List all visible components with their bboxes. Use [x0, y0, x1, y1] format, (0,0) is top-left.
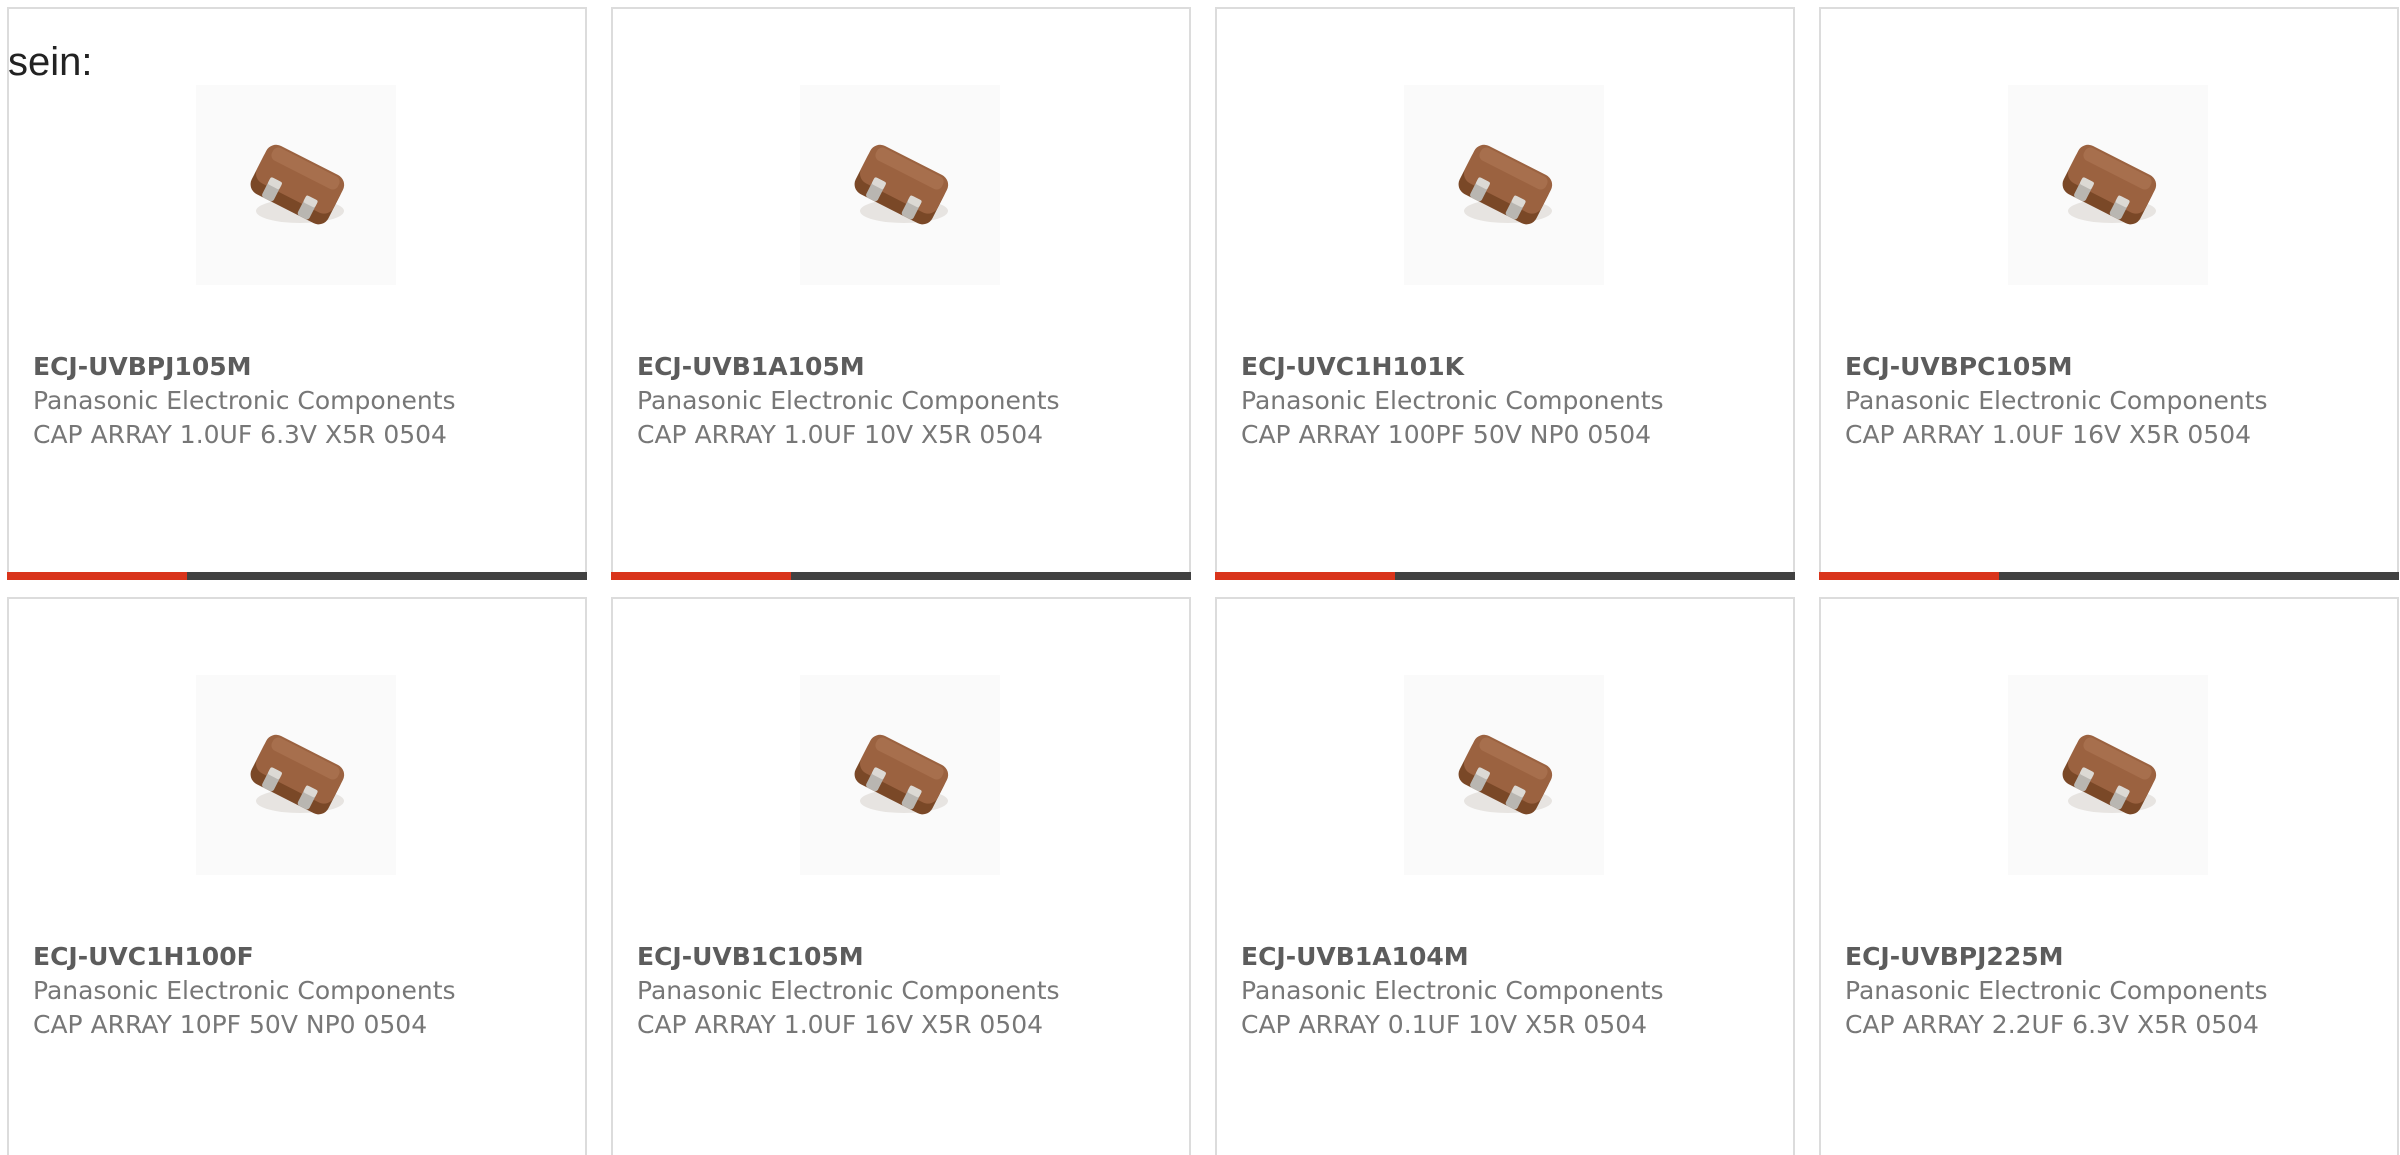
description: CAP ARRAY 0.1UF 10V X5R 0504: [1241, 1010, 1648, 1039]
product-card[interactable]: ECJ-UVC1H100F Panasonic Electronic Compo…: [7, 597, 587, 1155]
manufacturer: Panasonic Electronic Components: [637, 976, 1060, 1005]
product-card[interactable]: ECJ-UVB1A104M Panasonic Electronic Compo…: [1215, 597, 1795, 1155]
card-progress-bar: [7, 572, 587, 580]
part-number[interactable]: ECJ-UVB1A105M: [637, 352, 865, 381]
product-image[interactable]: [1404, 675, 1604, 875]
part-number[interactable]: ECJ-UVBPJ225M: [1845, 942, 2064, 971]
product-image[interactable]: [800, 85, 1000, 285]
page: sein: ECJ-UVBPJ105M Panasonic Electronic…: [0, 0, 2400, 1155]
product-image[interactable]: [2008, 675, 2208, 875]
product-image[interactable]: [196, 675, 396, 875]
product-card[interactable]: ECJ-UVB1A105M Panasonic Electronic Compo…: [611, 7, 1191, 580]
card-progress-fill: [1819, 572, 1999, 580]
part-number[interactable]: ECJ-UVC1H100F: [33, 942, 254, 971]
product-card[interactable]: ECJ-UVBPJ225M Panasonic Electronic Compo…: [1819, 597, 2399, 1155]
capacitor-array-chip-icon: [2062, 734, 2157, 815]
capacitor-array-chip-icon: [1458, 734, 1553, 815]
product-card[interactable]: ECJ-UVBPJ105M Panasonic Electronic Compo…: [7, 7, 587, 580]
description: CAP ARRAY 1.0UF 10V X5R 0504: [637, 420, 1044, 449]
product-card[interactable]: ECJ-UVBPC105M Panasonic Electronic Compo…: [1819, 7, 2399, 580]
capacitor-array-chip-icon: [250, 144, 345, 225]
product-image[interactable]: [196, 85, 396, 285]
card-progress-fill: [7, 572, 187, 580]
description: CAP ARRAY 2.2UF 6.3V X5R 0504: [1845, 1010, 2259, 1039]
manufacturer: Panasonic Electronic Components: [1845, 386, 2268, 415]
capacitor-array-chip-icon: [1458, 144, 1553, 225]
description: CAP ARRAY 100PF 50V NP0 0504: [1241, 420, 1652, 449]
card-progress-bar: [1819, 572, 2399, 580]
capacitor-array-chip-icon: [854, 144, 949, 225]
part-number[interactable]: ECJ-UVBPC105M: [1845, 352, 2073, 381]
card-progress-fill: [1215, 572, 1395, 580]
manufacturer: Panasonic Electronic Components: [1845, 976, 2268, 1005]
product-card[interactable]: ECJ-UVC1H101K Panasonic Electronic Compo…: [1215, 7, 1795, 580]
manufacturer: Panasonic Electronic Components: [33, 976, 456, 1005]
part-number[interactable]: ECJ-UVB1A104M: [1241, 942, 1469, 971]
description: CAP ARRAY 1.0UF 6.3V X5R 0504: [33, 420, 447, 449]
product-grid: ECJ-UVBPJ105M Panasonic Electronic Compo…: [7, 7, 2399, 1155]
intro-text: sein:: [8, 40, 93, 84]
product-image[interactable]: [2008, 85, 2208, 285]
capacitor-array-chip-icon: [854, 734, 949, 815]
part-number[interactable]: ECJ-UVC1H101K: [1241, 352, 1464, 381]
product-image[interactable]: [1404, 85, 1604, 285]
product-image[interactable]: [800, 675, 1000, 875]
manufacturer: Panasonic Electronic Components: [1241, 976, 1664, 1005]
capacitor-array-chip-icon: [2062, 144, 2157, 225]
description: CAP ARRAY 1.0UF 16V X5R 0504: [637, 1010, 1044, 1039]
product-card[interactable]: ECJ-UVB1C105M Panasonic Electronic Compo…: [611, 597, 1191, 1155]
manufacturer: Panasonic Electronic Components: [637, 386, 1060, 415]
card-progress-bar: [611, 572, 1191, 580]
card-progress-bar: [1215, 572, 1795, 580]
manufacturer: Panasonic Electronic Components: [1241, 386, 1664, 415]
description: CAP ARRAY 10PF 50V NP0 0504: [33, 1010, 428, 1039]
capacitor-array-chip-icon: [250, 734, 345, 815]
part-number[interactable]: ECJ-UVB1C105M: [637, 942, 864, 971]
manufacturer: Panasonic Electronic Components: [33, 386, 456, 415]
card-progress-fill: [611, 572, 791, 580]
part-number[interactable]: ECJ-UVBPJ105M: [33, 352, 252, 381]
description: CAP ARRAY 1.0UF 16V X5R 0504: [1845, 420, 2252, 449]
